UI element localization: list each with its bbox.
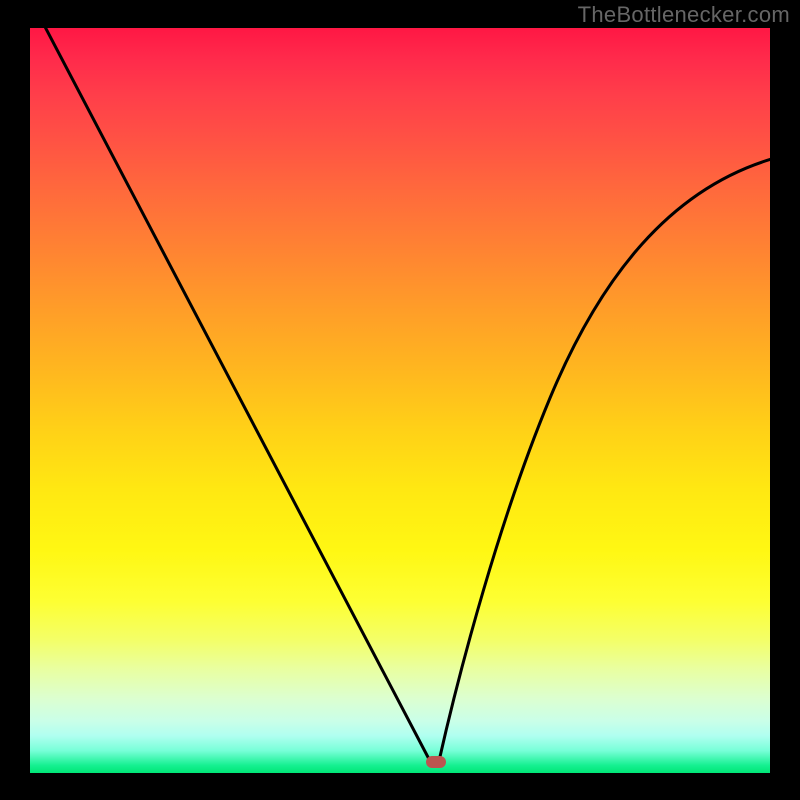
watermark-text: TheBottlenecker.com [578, 2, 790, 28]
optimal-point-marker [426, 756, 446, 768]
plot-area [30, 28, 770, 773]
chart-frame: TheBottlenecker.com [0, 0, 800, 800]
bottleneck-curve [30, 28, 770, 773]
